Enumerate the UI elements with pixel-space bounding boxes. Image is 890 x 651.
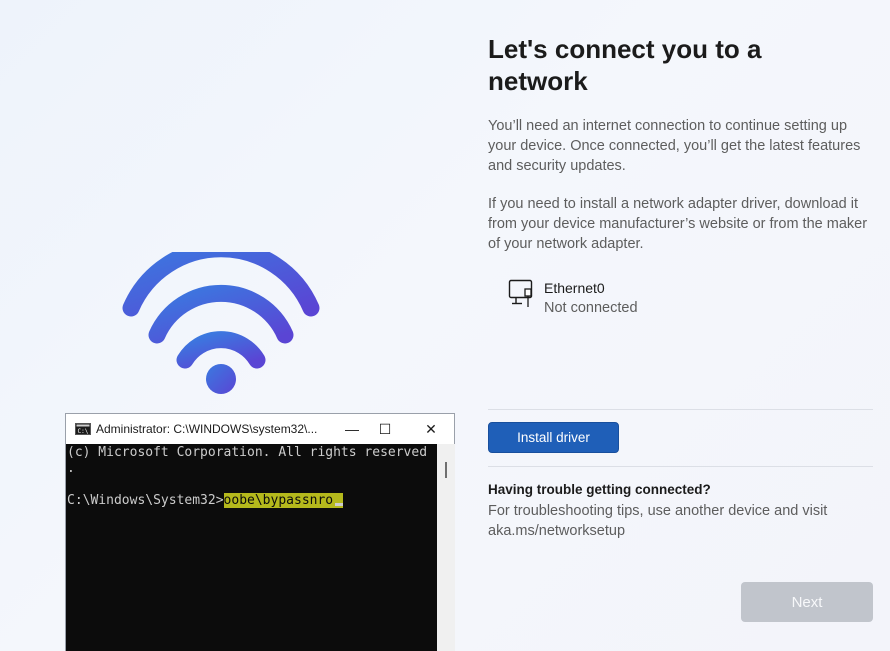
command-prompt-window[interactable]: C:\ Administrator: C:\WINDOWS\system32\.… [65,413,455,651]
console-prompt-line: C:\Windows\System32>oobe\bypassnro [67,493,437,509]
console-scrollbar[interactable] [437,444,455,651]
close-icon[interactable]: ✕ [422,420,440,438]
install-driver-button[interactable]: Install driver [488,422,619,453]
console-output[interactable]: (c) Microsoft Corporation. All rights re… [66,444,437,651]
cmd-icon: C:\ [75,423,91,435]
console-titlebar[interactable]: C:\ Administrator: C:\WINDOWS\system32\.… [66,414,454,444]
help-title: Having trouble getting connected? [488,482,711,497]
network-name: Ethernet0 [544,280,605,296]
help-text: For troubleshooting tips, use another de… [488,503,828,539]
network-status: Not connected [544,300,638,316]
console-line: . [67,461,75,476]
svg-text:C:\: C:\ [78,428,89,435]
ethernet-icon [508,279,533,307]
maximize-icon[interactable]: ☐ [376,420,394,438]
network-panel: Let's connect you to a network You’ll ne… [488,0,890,651]
console-title: Administrator: C:\WINDOWS\system32\... [96,422,318,436]
scrollbar-thumb[interactable] [445,462,447,478]
intro-paragraph: You’ll need an internet connection to co… [488,118,861,174]
console-prompt: C:\Windows\System32> [67,493,224,508]
driver-paragraph: If you need to install a network adapter… [488,196,868,252]
network-item-ethernet[interactable]: Ethernet0 Not connected [508,278,758,322]
next-button[interactable]: Next [741,582,873,622]
console-command: oobe\bypassnro [223,493,334,508]
divider [488,409,873,410]
page-title: Let's connect you to a network [488,34,762,96]
console-line: (c) Microsoft Corporation. All rights re… [67,445,428,460]
minimize-icon[interactable]: — [343,420,361,438]
text-cursor [335,503,344,506]
wifi-illustration-icon [122,252,320,394]
divider [488,466,873,467]
